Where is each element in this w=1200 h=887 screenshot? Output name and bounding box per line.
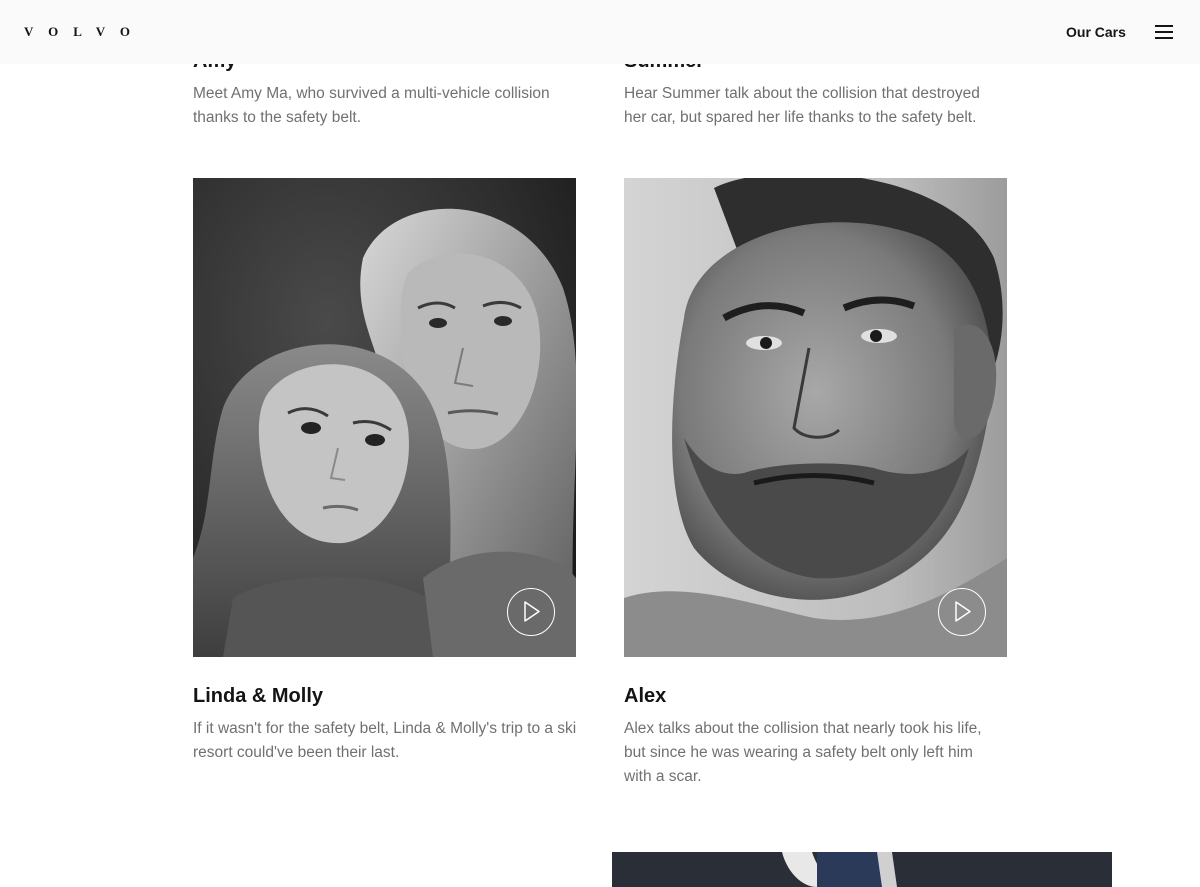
story-description-linda-molly: If it wasn't for the safety belt, Linda … xyxy=(193,720,577,761)
story-description-alex: Alex talks about the collision that near… xyxy=(624,720,982,785)
seatbelt-image xyxy=(612,852,1112,887)
story-image-alex[interactable] xyxy=(624,178,1007,657)
portrait-alex-image xyxy=(624,178,1007,657)
menu-line xyxy=(1155,31,1173,33)
story-image-linda-molly[interactable] xyxy=(193,178,576,657)
story-description-summer: Hear Summer talk about the collision tha… xyxy=(624,85,980,126)
play-video-button[interactable] xyxy=(507,588,555,636)
play-video-button[interactable] xyxy=(938,588,986,636)
portrait-linda-molly-image xyxy=(193,178,576,657)
menu-line xyxy=(1155,25,1173,27)
play-icon xyxy=(955,601,971,622)
top-navigation-bar: VOLVO Our Cars xyxy=(0,0,1200,64)
story-title-linda-molly[interactable]: Linda & Molly xyxy=(193,684,323,708)
story-title-alex[interactable]: Alex xyxy=(624,684,666,708)
story-description-amy: Meet Amy Ma, who survived a multi-vehicl… xyxy=(193,85,550,126)
our-cars-link[interactable]: Our Cars xyxy=(1066,23,1126,41)
volvo-logo[interactable]: VOLVO xyxy=(24,24,145,40)
hamburger-menu-icon[interactable] xyxy=(1155,24,1173,40)
menu-line xyxy=(1155,37,1173,39)
play-icon xyxy=(524,601,540,622)
next-section-image xyxy=(612,852,1112,887)
